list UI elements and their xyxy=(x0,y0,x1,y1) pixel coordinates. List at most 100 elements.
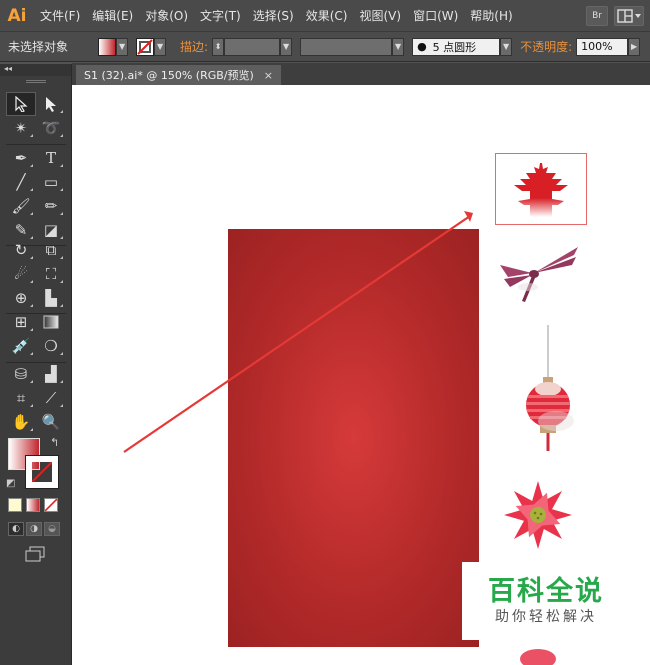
pencil-tool[interactable]: ✏ xyxy=(36,194,66,218)
hand-tool[interactable]: ✋ xyxy=(6,410,36,434)
paintbrush-tool[interactable]: 🖌 xyxy=(6,194,36,218)
artboard-tool[interactable]: ⌗ xyxy=(6,386,36,410)
menu-select[interactable]: 选择(S) xyxy=(247,7,300,24)
opacity-field[interactable]: 100% xyxy=(576,37,629,56)
free-transform-icon: ⛶ xyxy=(45,265,57,283)
shape-builder-tool[interactable]: ⊕ xyxy=(6,286,36,310)
hand-icon: ✋ xyxy=(11,413,31,431)
color-mode-button[interactable] xyxy=(8,498,22,512)
screen-mode-button[interactable] xyxy=(24,546,46,562)
graph-tool[interactable]: ▙ xyxy=(36,286,66,310)
selection-tool[interactable] xyxy=(6,92,36,116)
swap-fill-stroke-icon[interactable]: ↰ xyxy=(50,436,59,449)
mesh-tool[interactable]: ⊞ xyxy=(6,310,36,334)
gradient-mode-button[interactable] xyxy=(26,498,40,512)
lantern-illustration[interactable] xyxy=(520,325,580,465)
chevron-down-icon: ▼ xyxy=(282,42,290,51)
tools-group-4: ⊞ 💉 ❍ xyxy=(6,310,66,358)
opacity-dropdown[interactable]: ▶ xyxy=(628,37,641,56)
draw-inside-icon: ◒ xyxy=(48,524,56,534)
lotus-flower-illustration[interactable] xyxy=(502,479,574,551)
bridge-button[interactable]: Br xyxy=(586,5,608,26)
stroke-weight-stepper[interactable]: ⬍ xyxy=(212,37,225,56)
pencil-icon: ✏ xyxy=(44,197,58,215)
screen-mode-icon xyxy=(25,546,45,562)
collapse-icon[interactable]: ◂◂ xyxy=(4,64,12,73)
draw-inside-button[interactable]: ◒ xyxy=(44,522,60,536)
watermark-title: 百科全说 xyxy=(488,576,604,607)
eyedropper-tool[interactable]: 💉 xyxy=(6,334,36,358)
chevron-down-icon: ▼ xyxy=(156,42,164,51)
none-mode-button[interactable] xyxy=(44,498,58,512)
variable-width-profile[interactable] xyxy=(300,37,393,56)
menu-type[interactable]: 文字(T) xyxy=(194,7,247,24)
rotate-tool[interactable]: ↻ xyxy=(6,238,36,262)
selection-arrow-icon xyxy=(15,96,28,112)
type-tool[interactable]: T xyxy=(36,146,66,170)
menu-object[interactable]: 对象(O) xyxy=(139,7,194,24)
blend-icon: ❍ xyxy=(44,337,58,355)
arrange-documents-button[interactable] xyxy=(614,5,644,26)
eyedropper-icon: 💉 xyxy=(11,337,31,355)
panel-grip[interactable] xyxy=(26,80,46,83)
gradient-tool[interactable] xyxy=(36,310,66,334)
stroke-swatch[interactable] xyxy=(136,37,155,56)
artboard-icon: ⌗ xyxy=(16,389,26,407)
stroke-color-box[interactable] xyxy=(25,455,59,489)
stroke-weight-field[interactable] xyxy=(224,37,281,56)
magic-wand-icon: ✴ xyxy=(14,119,28,137)
lasso-tool[interactable]: ➰ xyxy=(36,116,66,140)
symbol-sprayer-icon: ⛁ xyxy=(14,365,28,383)
direct-selection-tool[interactable] xyxy=(36,92,66,116)
scale-tool[interactable]: ⧉ xyxy=(36,238,66,262)
column-graph-tool[interactable]: ▟ xyxy=(36,362,66,386)
profile-dropdown[interactable]: ▼ xyxy=(392,37,405,56)
free-transform-tool[interactable]: ⛶ xyxy=(36,262,66,286)
draw-behind-button[interactable]: ◑ xyxy=(26,522,42,536)
pen-tool[interactable]: ✒ xyxy=(6,146,36,170)
chevron-right-icon: ▶ xyxy=(631,42,638,51)
watermark-subtitle: 助你轻松解决 xyxy=(495,609,597,625)
blob-brush-icon: ✎ xyxy=(14,221,28,239)
menu-help[interactable]: 帮助(H) xyxy=(464,7,518,24)
fill-dropdown[interactable]: ▼ xyxy=(116,37,129,56)
close-icon[interactable]: × xyxy=(264,69,273,82)
blend-tool[interactable]: ❍ xyxy=(36,334,66,358)
pagoda-illustration[interactable] xyxy=(512,161,572,221)
eraser-icon: ◪ xyxy=(43,221,59,239)
slice-tool[interactable]: ⟋ xyxy=(36,386,66,410)
stroke-weight-dropdown[interactable]: ▼ xyxy=(280,37,293,56)
chevron-down-icon: ▼ xyxy=(394,42,402,51)
stroke-dropdown[interactable]: ▼ xyxy=(154,37,167,56)
menu-window[interactable]: 窗口(W) xyxy=(407,7,464,24)
dragonfly-illustration[interactable] xyxy=(494,243,582,309)
stepper-icon: ⬍ xyxy=(214,42,222,51)
menu-view[interactable]: 视图(V) xyxy=(353,7,407,24)
chevron-down-icon: ▼ xyxy=(502,42,510,51)
fill-swatch[interactable] xyxy=(98,37,117,56)
default-colors-icon[interactable]: ◩ xyxy=(6,478,15,489)
slice-icon: ⟋ xyxy=(45,389,57,407)
line-segment-tool[interactable]: ╱ xyxy=(6,170,36,194)
brush-definition[interactable]: ● 5 点圆形 xyxy=(412,37,501,56)
document-tab[interactable]: S1 (32).ai* @ 150% (RGB/预览) × xyxy=(76,65,282,85)
warp-tool[interactable]: ☄ xyxy=(6,262,36,286)
partial-illustration[interactable] xyxy=(512,641,562,665)
menu-file[interactable]: 文件(F) xyxy=(34,7,86,24)
tools-panel-header[interactable]: ◂◂ xyxy=(0,64,71,76)
symbol-sprayer-tool[interactable]: ⛁ xyxy=(6,362,36,386)
draw-normal-button[interactable]: ◐ xyxy=(8,522,24,536)
zoom-tool[interactable]: 🔍 xyxy=(36,410,66,434)
magic-wand-tool[interactable]: ✴ xyxy=(6,116,36,140)
mesh-icon: ⊞ xyxy=(14,313,28,331)
menu-edit[interactable]: 编辑(E) xyxy=(86,7,139,24)
drawing-mode-row: ◐ ◑ ◒ xyxy=(8,522,66,538)
direct-selection-icon xyxy=(46,97,56,112)
opacity-label[interactable]: 不透明度: xyxy=(520,38,572,55)
document-tab-strip: S1 (32).ai* @ 150% (RGB/预览) × xyxy=(72,63,650,85)
stroke-label[interactable]: 描边: xyxy=(180,38,208,55)
rectangle-tool[interactable]: ▭ xyxy=(36,170,66,194)
brush-dropdown[interactable]: ▼ xyxy=(500,37,513,56)
menu-effect[interactable]: 效果(C) xyxy=(300,7,354,24)
pen-icon: ✒ xyxy=(14,149,28,167)
